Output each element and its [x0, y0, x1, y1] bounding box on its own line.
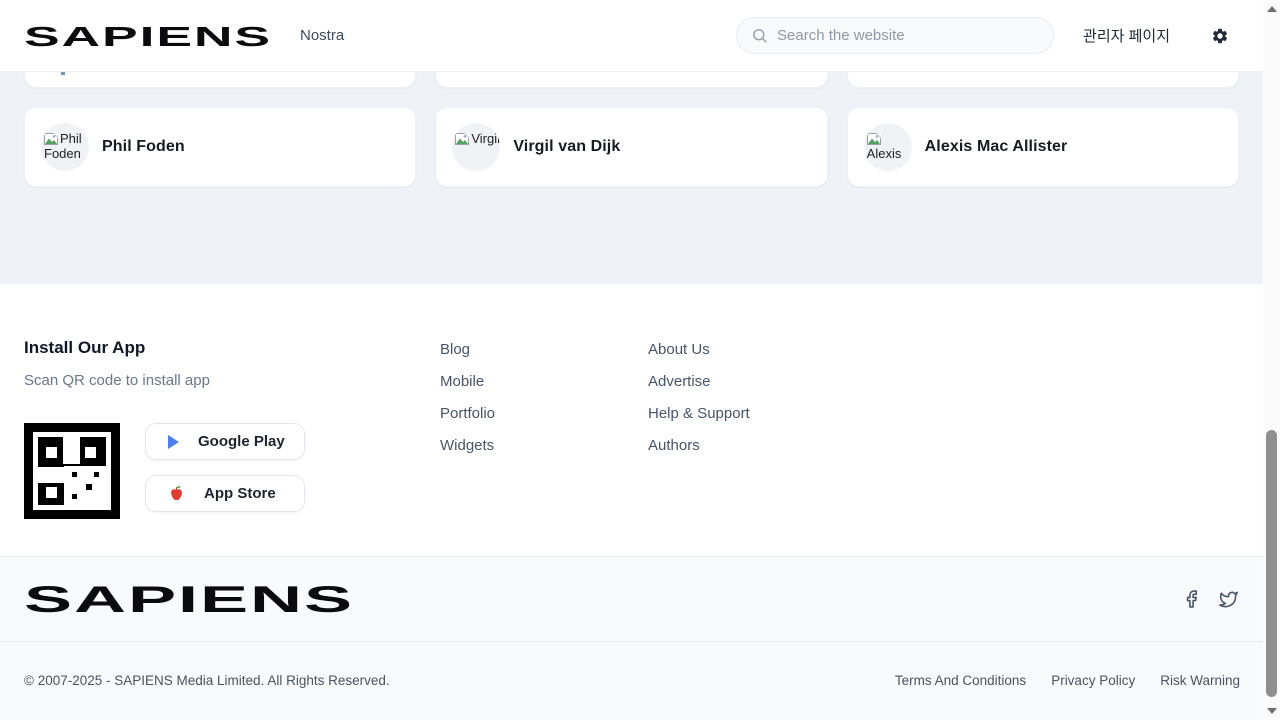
app-store-button[interactable]: App Store	[145, 475, 305, 512]
footer-logo[interactable]: SAPIENS	[24, 579, 358, 619]
facebook-icon	[1182, 589, 1201, 609]
avatar: Virgil	[452, 123, 500, 171]
admin-page-link[interactable]: 관리자 페이지	[1083, 25, 1170, 46]
header-logo[interactable]: SAPIENS	[24, 21, 274, 51]
footer-link-widgets[interactable]: Widgets	[440, 436, 648, 456]
scrollbar[interactable]	[1263, 0, 1280, 720]
broken-image-icon	[455, 133, 469, 145]
cards-row: Phil Foden Phil Foden Virgil Virgil van …	[24, 88, 1239, 187]
twitter-link[interactable]	[1218, 590, 1239, 609]
broken-image-icon	[867, 133, 881, 145]
header-logo-text: SAPIENS	[24, 21, 272, 51]
scrollbar-thumb[interactable]	[1266, 430, 1277, 697]
settings-button[interactable]	[1211, 27, 1229, 45]
privacy-policy-link[interactable]: Privacy Policy	[1051, 673, 1135, 688]
google-play-label: Google Play	[198, 433, 285, 450]
copyright-text: © 2007-2025 - SAPIENS Media Limited. All…	[24, 673, 390, 688]
broken-image-icon	[44, 133, 58, 145]
install-app-block: Install Our App Scan QR code to install …	[24, 338, 440, 556]
apple-icon	[168, 485, 185, 503]
avatar: Phil Foden	[41, 123, 89, 171]
risk-warning-link[interactable]: Risk Warning	[1160, 673, 1240, 688]
header: SAPIENS Nostra 관리자 페이지	[0, 0, 1263, 72]
footer-link-mobile[interactable]: Mobile	[440, 372, 648, 392]
scrollbar-down-arrow-icon[interactable]	[1267, 708, 1277, 714]
card-partial[interactable]	[435, 72, 827, 88]
partial-cards-row	[24, 72, 1239, 88]
avatar-alt-text: Virgil	[471, 131, 500, 146]
footer-link-about-us[interactable]: About Us	[648, 340, 1239, 360]
gear-icon	[1211, 27, 1229, 45]
player-name: Virgil van Dijk	[513, 138, 620, 156]
footer-link-blog[interactable]: Blog	[440, 340, 648, 360]
player-card-phil-foden[interactable]: Phil Foden Phil Foden	[24, 107, 416, 187]
play-triangle-icon	[168, 435, 179, 449]
cut-content-fragment	[61, 72, 65, 75]
install-app-title: Install Our App	[24, 338, 440, 358]
card-partial[interactable]	[847, 72, 1239, 88]
search-icon	[751, 27, 768, 44]
page: SAPIENS Nostra 관리자 페이지	[0, 0, 1263, 720]
facebook-link[interactable]	[1182, 589, 1201, 609]
scrollbar-up-arrow-icon[interactable]	[1267, 6, 1277, 12]
qr-code	[24, 423, 120, 519]
twitter-icon	[1218, 590, 1239, 609]
footer-main: Install Our App Scan QR code to install …	[0, 284, 1263, 557]
avatar-alt-text: Alexis	[867, 146, 902, 161]
cards-section: Phil Foden Phil Foden Virgil Virgil van …	[0, 72, 1263, 284]
install-app-subtitle: Scan QR code to install app	[24, 372, 440, 389]
terms-link[interactable]: Terms And Conditions	[895, 673, 1026, 688]
footer-link-advertise[interactable]: Advertise	[648, 372, 1239, 392]
player-name: Alexis Mac Allister	[925, 138, 1068, 156]
card-partial[interactable]	[24, 72, 416, 88]
search-input[interactable]	[777, 27, 1039, 44]
legal-links: Terms And Conditions Privacy Policy Risk…	[895, 673, 1240, 688]
footer-logo-text: SAPIENS	[24, 579, 354, 619]
footer-links-column-2: About Us Advertise Help & Support Author…	[648, 338, 1239, 556]
footer-links-column-1: Blog Mobile Portfolio Widgets	[440, 338, 648, 556]
google-play-button[interactable]: Google Play	[145, 423, 305, 460]
player-card-alexis-mac-allister[interactable]: Alexis Alexis Mac Allister	[847, 107, 1239, 187]
header-right: 관리자 페이지	[736, 17, 1229, 54]
nav-item-nostra[interactable]: Nostra	[300, 27, 344, 44]
footer-bottom: SAPIENS © 2007-2025 - SAPIENS Media Limi…	[0, 557, 1263, 720]
footer-link-authors[interactable]: Authors	[648, 436, 1239, 456]
app-store-label: App Store	[204, 485, 276, 502]
player-name: Phil Foden	[102, 138, 185, 156]
footer-link-portfolio[interactable]: Portfolio	[440, 404, 648, 424]
social-links	[1182, 589, 1239, 609]
search-box[interactable]	[736, 17, 1054, 54]
footer-link-help-support[interactable]: Help & Support	[648, 404, 1239, 424]
avatar: Alexis	[864, 123, 912, 171]
player-card-virgil-van-dijk[interactable]: Virgil Virgil van Dijk	[435, 107, 827, 187]
